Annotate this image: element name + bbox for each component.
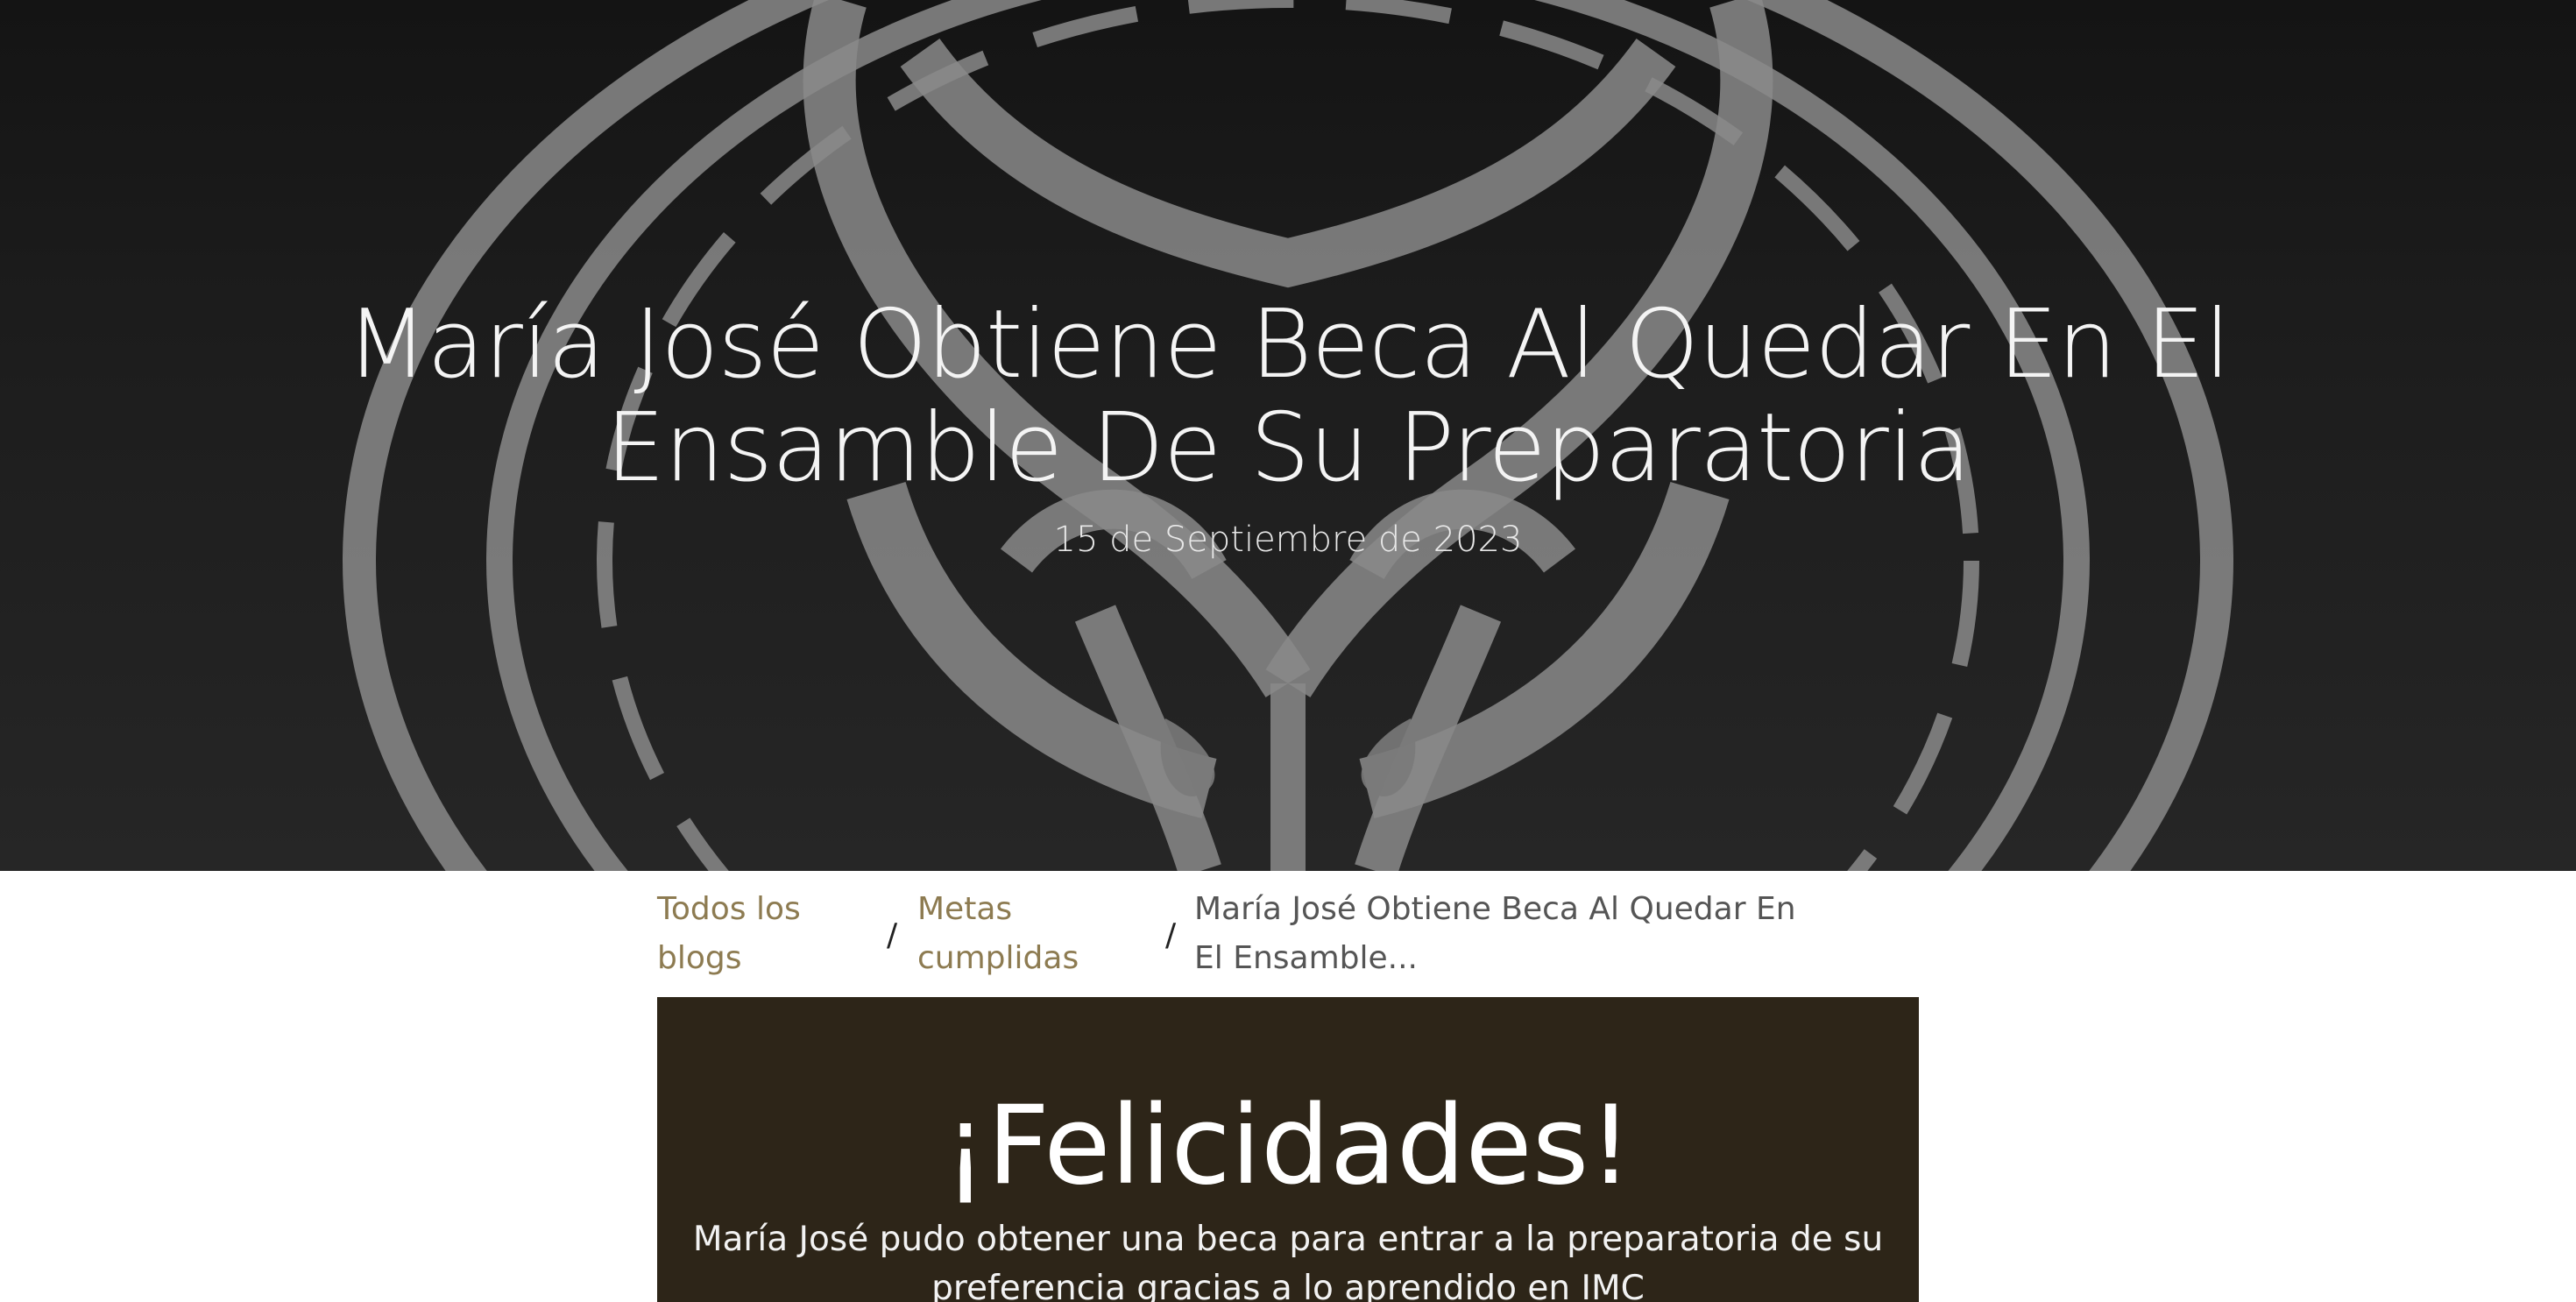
breadcrumb-separator: / <box>887 917 898 953</box>
breadcrumb-item-all-blogs[interactable]: Todos los blogs <box>657 885 867 983</box>
breadcrumb-item-metas-cumplidas[interactable]: Metas cumplidas <box>917 885 1110 983</box>
panel-text: María José pudo obtener una beca para en… <box>692 1220 1884 1302</box>
breadcrumb-item-current: María José Obtiene Beca Al Quedar En El … <box>1194 891 1796 976</box>
breadcrumb-link-metas-cumplidas[interactable]: Metas cumplidas <box>917 891 1079 976</box>
page-title: María José Obtiene Beca Al Quedar En El … <box>346 290 2231 503</box>
breadcrumb-link-all-blogs[interactable]: Todos los blogs <box>657 891 801 976</box>
hero-banner: María José Obtiene Beca Al Quedar En El … <box>0 0 2576 871</box>
congratulations-panel: ¡Felicidades! María José pudo obtener un… <box>657 997 1919 1302</box>
hero-text: María José Obtiene Beca Al Quedar En El … <box>0 294 2576 562</box>
publish-date: 15 de Septiembre de 2023 <box>1053 520 1523 560</box>
breadcrumb: Todos los blogs / Metas cumplidas / Marí… <box>657 885 1919 981</box>
panel-heading: ¡Felicidades! <box>943 1083 1633 1209</box>
breadcrumb-separator: / <box>1165 917 1177 953</box>
